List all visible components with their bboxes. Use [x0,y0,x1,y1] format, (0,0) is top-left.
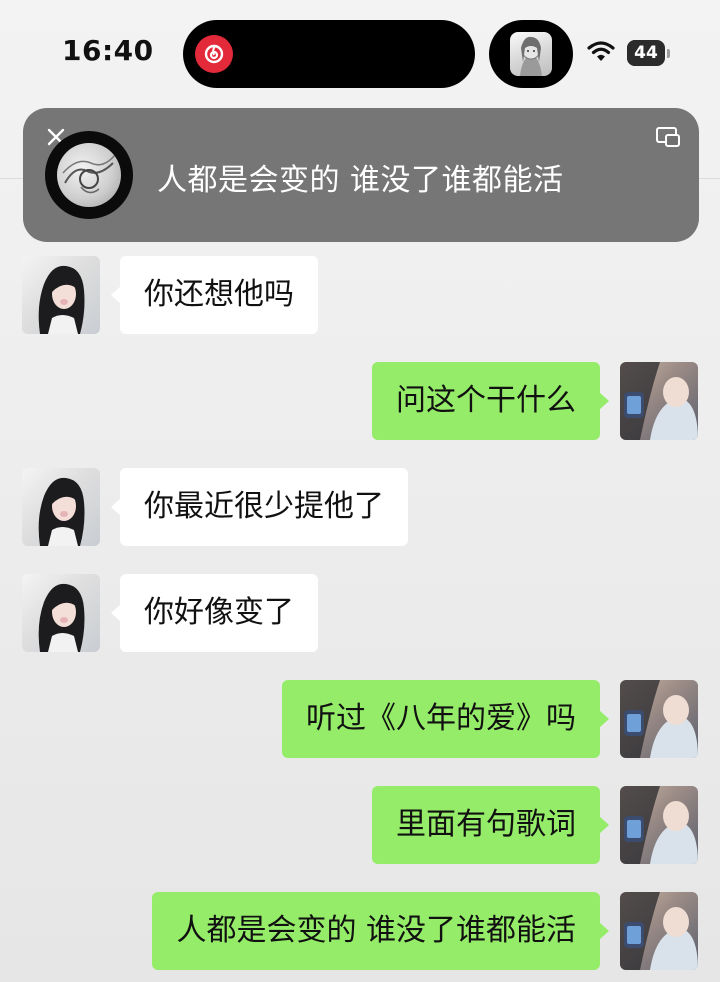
album-cover-icon [510,32,552,76]
song-cover-art [57,143,121,207]
my-avatar[interactable] [620,680,698,758]
contact-avatar[interactable] [22,574,100,652]
picture-in-picture-icon[interactable] [655,126,681,148]
message-row: 人都是会变的 谁没了谁都能活 [0,892,720,970]
status-time: 16:40 [62,34,154,67]
my-avatar[interactable] [620,892,698,970]
dynamic-island[interactable] [183,20,475,88]
outgoing-message-bubble[interactable]: 听过《八年的爱》吗 [282,680,609,758]
contact-avatar[interactable] [22,256,100,334]
battery-cap [667,49,670,58]
incoming-message-bubble[interactable]: 你还想他吗 [111,256,318,334]
status-bar: 16:40 44 [0,0,720,100]
netease-music-icon[interactable] [195,35,233,73]
battery-percentage: 44 [634,43,658,63]
message-row: 你还想他吗 [0,256,720,334]
message-row: 听过《八年的爱》吗 [0,680,720,758]
album-cover-island[interactable] [489,20,573,88]
incoming-message-bubble[interactable]: 你最近很少提他了 [111,468,408,546]
outgoing-message-bubble[interactable]: 里面有句歌词 [372,786,609,864]
incoming-message-bubble[interactable]: 你好像变了 [111,574,318,652]
contact-avatar[interactable] [22,468,100,546]
message-row: 里面有句歌词 [0,786,720,864]
outgoing-message-bubble[interactable]: 人都是会变的 谁没了谁都能活 [152,892,609,970]
music-lyric-banner[interactable]: 人都是会变的 谁没了谁都能活 [23,108,699,242]
message-row: 问这个干什么 [0,362,720,440]
vinyl-record-icon[interactable] [45,131,133,219]
battery-indicator: 44 [627,40,671,66]
battery-body: 44 [627,40,665,66]
banner-lyric-text: 人都是会变的 谁没了谁都能活 [157,163,564,198]
outgoing-message-bubble[interactable]: 问这个干什么 [372,362,609,440]
my-avatar[interactable] [620,786,698,864]
my-avatar[interactable] [620,362,698,440]
message-row: 你最近很少提他了 [0,468,720,546]
wifi-icon [587,41,615,61]
message-row: 你好像变了 [0,574,720,652]
